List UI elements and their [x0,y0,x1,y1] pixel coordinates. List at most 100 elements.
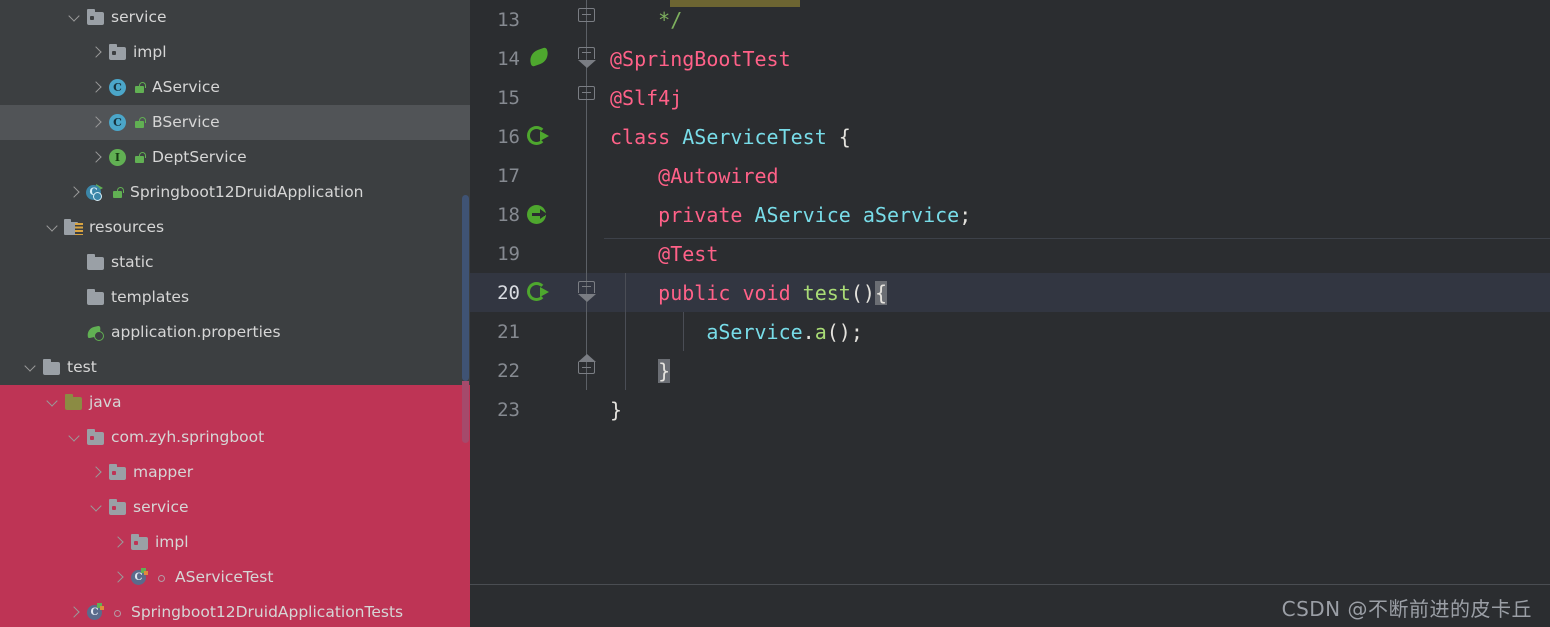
fold-marker-end[interactable] [577,354,596,374]
navigate-impl-icon[interactable] [522,195,566,234]
tree-row[interactable]: impl [0,525,470,560]
tree-row[interactable]: com.zyh.springboot [0,420,470,455]
chevron-down-icon[interactable] [88,499,105,516]
chevron-down-icon[interactable] [44,219,61,236]
chevron-right-icon[interactable] [88,464,105,481]
token-punc: (); [826,319,863,344]
code-line[interactable]: 22 } [470,351,1550,390]
resources-folder-icon [64,218,83,237]
run-test-icon[interactable] [522,117,566,156]
unlock-icon [133,150,147,165]
fold-gutter[interactable] [566,234,606,273]
sidebar-scrollbar-thumb-highlight[interactable] [462,381,469,443]
fold-marker[interactable] [578,86,595,100]
fold-gutter[interactable] [566,0,606,39]
fold-gutter[interactable] [566,195,606,234]
fold-gutter[interactable] [566,156,606,195]
chevron-right-icon[interactable] [110,534,127,551]
tree-row[interactable]: service [0,490,470,525]
run-test-icon[interactable] [522,273,566,312]
unlock-icon [133,80,147,95]
tree-row[interactable]: C Springboot12DruidApplication [0,175,470,210]
code-text[interactable]: public void test(){ [606,280,887,305]
fold-gutter[interactable] [566,273,606,312]
chevron-right-icon[interactable] [110,569,127,586]
chevron-down-icon[interactable] [66,429,83,446]
sidebar-scrollbar-thumb[interactable] [462,195,469,381]
chevron-down-icon[interactable] [66,9,83,26]
chevron-right-icon[interactable] [88,79,105,96]
gutter-slot [522,0,566,39]
chevron-right-icon[interactable] [88,149,105,166]
code-text[interactable]: */ [606,8,682,32]
tree-row-label: BService [152,112,220,131]
code-line[interactable]: 19 @Test [470,234,1550,273]
code-text[interactable]: aService.a(); [606,320,863,344]
chevron-placeholder [66,289,83,306]
tree-row-label: com.zyh.springboot [111,427,265,446]
package-folder-icon [108,43,127,62]
token-type: AServiceTest [682,124,827,149]
code-line[interactable]: 23} [470,390,1550,429]
tree-row[interactable]: impl [0,35,470,70]
chevron-down-icon[interactable] [44,394,61,411]
line-number: 22 [497,359,520,382]
fold-gutter[interactable] [566,312,606,351]
code-line[interactable]: 17 @Autowired [470,156,1550,195]
code-line[interactable]: 20 public void test(){ [470,273,1550,312]
tree-row[interactable]: mapper [0,455,470,490]
code-text[interactable]: @Autowired [606,164,778,188]
line-number: 19 [497,242,520,265]
token-kw: public void [658,280,803,305]
fold-gutter[interactable] [566,39,606,78]
spring-leaf-icon[interactable] [522,39,566,78]
code-text[interactable]: class AServiceTest { [606,125,851,149]
code-editor[interactable]: 13 */ 14 @SpringBootTest 15 @Slf4j 16 class AS… [470,0,1550,627]
tree-row[interactable]: resources [0,210,470,245]
chevron-right-icon[interactable] [66,184,83,201]
tree-row[interactable]: C AServiceTest [0,560,470,595]
tree-row[interactable]: test [0,350,470,385]
fold-gutter[interactable] [566,390,606,429]
code-text[interactable]: @Slf4j [606,86,682,110]
package-folder-icon [86,428,105,447]
code-line[interactable]: 18 private AService aService; [470,195,1550,234]
project-tree[interactable]: service impl C AService C BService I DeptServic… [0,0,470,627]
fold-marker[interactable] [578,8,595,22]
project-tool-window[interactable]: service impl C AService C BService I DeptServic… [0,0,470,627]
code-line[interactable]: 14 @SpringBootTest [470,39,1550,78]
chevron-right-icon[interactable] [66,604,83,621]
code-line[interactable]: 16 class AServiceTest { [470,117,1550,156]
code-lines[interactable]: 13 */ 14 @SpringBootTest 15 @Slf4j 16 class AS… [470,0,1550,429]
token-punc: } [610,397,623,422]
tree-row[interactable]: C AService [0,70,470,105]
chevron-right-icon[interactable] [88,114,105,131]
code-line[interactable]: 15 @Slf4j [470,78,1550,117]
tree-row[interactable]: I DeptService [0,140,470,175]
gutter-slot [522,351,566,390]
fold-gutter[interactable] [566,117,606,156]
tree-row[interactable]: static [0,245,470,280]
tree-row[interactable]: application.properties [0,315,470,350]
token-punc: () [850,280,875,305]
java-interface-icon: I [108,148,127,167]
tree-row[interactable]: C BService [0,105,470,140]
tree-row[interactable]: java [0,385,470,420]
fold-marker-expanded[interactable] [577,47,596,68]
code-text[interactable]: @SpringBootTest [606,47,791,71]
code-text[interactable]: } [606,358,671,383]
code-text[interactable]: @Test [606,242,718,266]
tree-row[interactable]: service [0,0,470,35]
chevron-down-icon[interactable] [22,359,39,376]
fold-marker-expanded[interactable] [577,281,596,302]
code-line[interactable]: 21 aService.a(); [470,312,1550,351]
tree-row[interactable]: C Springboot12DruidApplicationTests [0,595,470,627]
fold-gutter[interactable] [566,351,606,390]
code-line[interactable]: 13 */ [470,0,1550,39]
code-text[interactable]: } [606,398,622,422]
tree-row[interactable]: templates [0,280,470,315]
fold-gutter[interactable] [566,78,606,117]
chevron-right-icon[interactable] [88,44,105,61]
sidebar-scrollbar[interactable] [461,0,470,627]
code-text[interactable]: private AService aService; [606,203,971,227]
